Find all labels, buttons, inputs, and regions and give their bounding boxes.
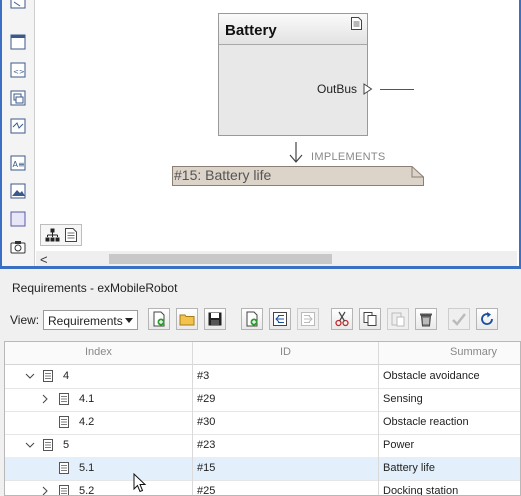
- paste-icon: [391, 312, 405, 327]
- row-id: #23: [197, 439, 216, 451]
- chevron-down-icon[interactable]: [25, 440, 35, 450]
- paste-button[interactable]: [387, 308, 409, 330]
- demote-icon: [301, 312, 315, 326]
- column-divider[interactable]: [192, 342, 193, 495]
- row-summary: Obstacle reaction: [383, 416, 469, 428]
- table-row[interactable]: 4.1 #29 Sensing: [5, 388, 520, 412]
- link-button[interactable]: [448, 308, 470, 330]
- requirement-doc-icon: [43, 370, 53, 382]
- view-dropdown-value: Requirements: [48, 314, 123, 328]
- refresh-button[interactable]: [476, 308, 498, 330]
- copy-button[interactable]: [359, 308, 381, 330]
- requirement-doc-icon: [43, 439, 53, 451]
- row-summary: Docking station: [383, 485, 459, 496]
- requirement-doc-icon: [59, 485, 69, 495]
- row-id: #29: [197, 393, 216, 405]
- row-id: #15: [197, 462, 216, 474]
- delete-button[interactable]: [415, 308, 437, 330]
- row-id: #30: [197, 416, 216, 428]
- view-label: View:: [10, 313, 40, 327]
- promote-button[interactable]: [269, 308, 291, 330]
- table-row-selected[interactable]: 5.1 #15 Battery life: [5, 457, 520, 481]
- row-summary: Obstacle avoidance: [383, 370, 480, 382]
- save-icon: [208, 312, 222, 326]
- table-row[interactable]: 5 #23 Power: [5, 434, 520, 458]
- save-button[interactable]: [204, 308, 226, 330]
- table-row[interactable]: 4 #3 Obstacle avoidance: [5, 365, 520, 389]
- delete-icon: [420, 313, 432, 327]
- add-requirement-button[interactable]: [148, 308, 170, 330]
- open-folder-icon: [179, 314, 195, 326]
- row-summary: Power: [383, 439, 415, 451]
- table-row[interactable]: 4.2 #30 Obstacle reaction: [5, 411, 520, 435]
- row-index: 5.1: [79, 462, 95, 474]
- add-child-requirement-button[interactable]: [241, 308, 263, 330]
- row-index: 4.2: [79, 416, 95, 428]
- row-summary: Battery life: [383, 462, 435, 474]
- column-divider[interactable]: [378, 342, 379, 495]
- add-child-requirement-icon: [246, 311, 258, 327]
- open-button[interactable]: [176, 308, 198, 330]
- canvas-focus-border: [0, 0, 521, 268]
- table-header: Index ID Summary: [5, 342, 520, 365]
- requirement-doc-icon: [59, 416, 69, 428]
- row-index: 5.2: [79, 485, 95, 496]
- add-requirement-icon: [153, 311, 165, 327]
- promote-icon: [273, 312, 287, 326]
- requirements-table[interactable]: Index ID Summary 4 #3 Obstacle avoidance…: [4, 341, 521, 496]
- copy-icon: [363, 312, 377, 326]
- row-index: 4: [63, 370, 70, 382]
- cut-button[interactable]: [331, 308, 353, 330]
- demote-button[interactable]: [297, 308, 319, 330]
- row-summary: Sensing: [383, 393, 423, 405]
- column-header-index[interactable]: Index: [85, 346, 112, 358]
- row-id: #25: [197, 485, 216, 496]
- row-index: 5: [63, 439, 70, 451]
- table-row[interactable]: 5.2 #25 Docking station: [5, 480, 520, 496]
- requirement-doc-icon: [59, 462, 69, 474]
- chevron-down-icon[interactable]: [25, 371, 35, 381]
- chevron-right-icon[interactable]: [40, 486, 50, 496]
- mouse-pointer-icon: [133, 473, 147, 493]
- requirement-doc-icon: [59, 393, 69, 405]
- cut-icon: [335, 311, 349, 327]
- dropdown-arrow-icon: [125, 318, 133, 323]
- view-dropdown[interactable]: Requirements: [43, 310, 138, 330]
- link-icon: [452, 313, 466, 326]
- refresh-icon: [481, 312, 493, 325]
- row-id: #3: [197, 370, 210, 382]
- requirements-panel-title: Requirements - exMobileRobot: [12, 281, 178, 295]
- column-header-summary[interactable]: Summary: [450, 346, 497, 358]
- chevron-right-icon[interactable]: [40, 394, 50, 404]
- column-header-id[interactable]: ID: [280, 346, 291, 358]
- row-index: 4.1: [79, 393, 95, 405]
